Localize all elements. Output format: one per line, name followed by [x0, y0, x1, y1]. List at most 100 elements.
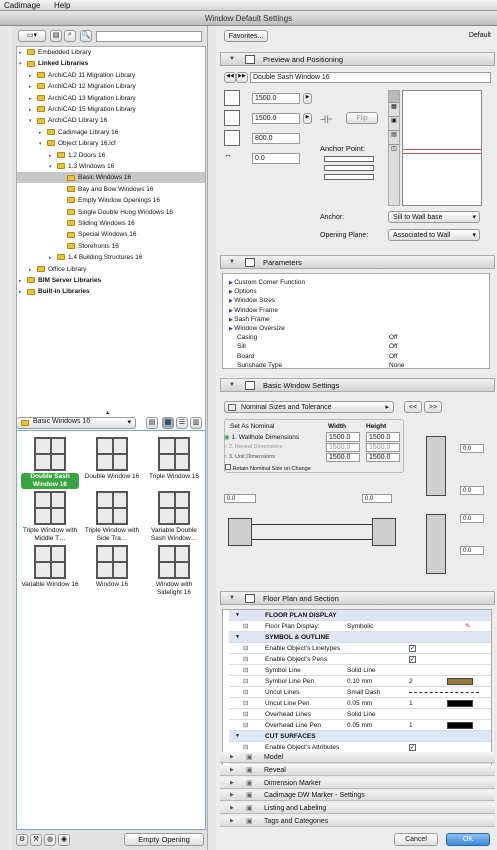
object-thumbnail[interactable]: Window with Sidelight 16	[145, 545, 203, 597]
disclosure-icon[interactable]: ▸	[29, 105, 37, 116]
find-icon[interactable]: ⌕	[64, 30, 76, 42]
cancel-button[interactable]: Cancel	[394, 833, 438, 846]
tree-item[interactable]: Bay and Bow Windows 16	[17, 184, 205, 195]
tree-item[interactable]: ▸ 1.4 Building Structures 16	[17, 252, 205, 263]
collapse-icon[interactable]: ▼	[235, 610, 240, 621]
tree-item[interactable]: Special Windows 16	[17, 229, 205, 240]
view-mode-list-icon[interactable]: ◫	[389, 145, 399, 159]
height-3-field[interactable]: 1500.0	[366, 453, 400, 462]
option-unit[interactable]: ○ 3. Unit Dimensions	[224, 454, 275, 460]
next-object-button[interactable]: ▶▶	[236, 72, 248, 83]
parameter-row[interactable]: ▶ Sash Frame	[229, 315, 493, 324]
object-thumbnail[interactable]: Double Sash Window 16	[21, 437, 79, 489]
tree-item[interactable]: ▾ ArchiCAD Library 16	[17, 115, 205, 127]
view-mode-3d-icon[interactable]: ▦	[389, 103, 399, 117]
floor-plan-row[interactable]: ⊟ Symbol Line Solid Line	[229, 665, 491, 676]
flip-button[interactable]: Flip	[346, 112, 378, 124]
disclosure-icon[interactable]: ▸	[29, 82, 37, 93]
retain-nominal-checkbox[interactable]: Retain Nominal Size on Change	[225, 464, 311, 472]
floor-plan-row[interactable]: ⊟ Enable Object's Linetypes ✓	[229, 643, 491, 654]
checkbox-icon[interactable]: ✓	[409, 744, 416, 751]
parameter-row[interactable]: Board Off	[229, 352, 493, 361]
search-icon[interactable]: 🔍	[80, 30, 92, 42]
new-folder-icon[interactable]: ▤	[146, 417, 158, 429]
tree-item[interactable]: ▸ ArchiCAD 15 Migration Library	[17, 104, 205, 116]
width-2-field[interactable]: 1500.0	[326, 443, 360, 452]
floor-plan-row[interactable]: ⊟ Symbol Line Pen 0.10 mm 2	[229, 676, 491, 687]
detail-view-icon[interactable]: ▥	[190, 417, 202, 429]
disclosure-icon[interactable]: ▸	[19, 276, 27, 287]
disclosure-icon[interactable]: ▸	[29, 265, 37, 276]
parameter-row[interactable]: ▶ Custom Corner Function	[229, 278, 493, 287]
view-mode-section-icon[interactable]: ▣	[389, 117, 399, 131]
collapsed-section[interactable]: ▶ ▣ Model	[220, 752, 495, 763]
grid-view-icon[interactable]: ▦	[162, 417, 174, 429]
floor-plan-row[interactable]: ⊟ Floor Plan Display: Symbolic ✎	[229, 621, 491, 632]
disclosure-icon[interactable]: ▸	[39, 128, 47, 139]
menu-app[interactable]: Cadimage	[4, 1, 40, 10]
nominal-select[interactable]: Nominal Sizes and Tolerance ▸	[224, 401, 394, 413]
tree-item[interactable]: ▸ Office Library	[17, 264, 205, 276]
anchor-select[interactable]: Sill to Wall base ▾	[388, 211, 480, 223]
library-manager-icon[interactable]: ⚙	[16, 834, 28, 846]
disclosure-icon[interactable]: ▸	[29, 94, 37, 105]
width-1-field[interactable]: 1500.0	[326, 432, 360, 442]
tree-item[interactable]: ▸ 1.2 Doors 16	[17, 150, 205, 161]
width-3-field[interactable]: 1500.0	[326, 453, 360, 462]
tree-item[interactable]: ▸ ArchiCAD 13 Migration Library	[17, 93, 205, 105]
list-view-icon[interactable]: ☰	[176, 417, 188, 429]
tree-item[interactable]: Storefronts 16	[17, 241, 205, 252]
opening-plane-select[interactable]: Associated to Wall ▾	[388, 229, 480, 241]
parameter-row[interactable]: Casing Off	[229, 333, 493, 342]
collapse-icon[interactable]: ▼	[235, 731, 240, 742]
tree-item[interactable]: ▸ ArchiCAD 12 Migration Library	[17, 81, 205, 93]
view-mode-elev-icon[interactable]: ▤	[389, 131, 399, 145]
dim-field-low[interactable]: 0.0	[460, 514, 484, 523]
anchor-point-grid[interactable]	[324, 156, 374, 180]
parameter-row[interactable]: ▶ Window Frame	[229, 306, 493, 315]
view-toggle-button[interactable]: ▭▾	[18, 30, 46, 42]
checkbox-icon[interactable]: ✓	[409, 645, 416, 652]
collapsed-section[interactable]: ▶ ▣ Reveal	[220, 764, 495, 776]
collapsed-section[interactable]: ▶ ▣ Dimension Marker	[220, 777, 495, 789]
pencil-icon[interactable]: ✎	[465, 621, 470, 632]
floor-plan-row[interactable]: ⊟ Overhead Lines Solid Line	[229, 709, 491, 720]
checkbox-icon[interactable]: ✓	[409, 656, 416, 663]
disclosure-icon[interactable]: ▸	[19, 287, 27, 298]
object-thumbnail[interactable]: Window 16	[83, 545, 141, 589]
dim-field-right[interactable]: 0.0	[362, 494, 392, 503]
floor-plan-row[interactable]: ⊟ Uncut Lines Small Dash	[229, 687, 491, 698]
pen-color-swatch[interactable]	[447, 700, 473, 707]
collapse-icon[interactable]: ▼	[235, 632, 240, 643]
tree-item[interactable]: ▸ BIM Server Libraries	[17, 275, 205, 287]
disclosure-icon[interactable]: ▾	[39, 139, 47, 150]
dim-field-bottom[interactable]: 0.0	[460, 546, 484, 555]
favorites-button[interactable]: Favorites...	[224, 30, 268, 42]
disclosure-icon[interactable]: ▸	[19, 48, 27, 59]
option-wallhole[interactable]: ◉ 1. Wallhole Dimensions	[224, 433, 299, 441]
object-name-field[interactable]: Double Sash Window 16	[250, 72, 491, 83]
collapsed-section[interactable]: ▶ ▣ Listing and Labeling	[220, 803, 495, 815]
disclosure-icon[interactable]: ▾	[29, 116, 37, 127]
search-input[interactable]	[96, 31, 202, 42]
folder-icon[interactable]: ▤	[50, 30, 62, 42]
height-field[interactable]: 1500.0	[252, 113, 300, 124]
globe-icon[interactable]: ◍	[44, 834, 56, 846]
tree-item[interactable]: Basic Windows 16	[17, 172, 205, 184]
pen-color-swatch[interactable]	[447, 678, 473, 685]
height-arrow-icon[interactable]: ▶	[303, 113, 312, 124]
tree-item[interactable]: Empty Window Openings 16	[17, 195, 205, 206]
object-thumbnail[interactable]: Double Window 16	[83, 437, 141, 481]
next-page-button[interactable]: >>	[424, 401, 442, 413]
object-thumbnail[interactable]: Variable Double Sash Window…	[145, 491, 203, 543]
collapsed-section[interactable]: ▶ ▣ Cadimage DW Marker - Settings	[220, 790, 495, 802]
width-field[interactable]: 1500.0	[252, 93, 300, 104]
ok-button[interactable]: OK	[446, 833, 490, 846]
floor-plan-row[interactable]: ⊟ Enable Object's Pens ✓	[229, 654, 491, 665]
sill-field[interactable]: 800.0	[252, 133, 300, 144]
dim-field-top[interactable]: 0.0	[460, 444, 484, 453]
width-arrow-icon[interactable]: ▶	[303, 93, 312, 104]
menu-help[interactable]: Help	[54, 1, 70, 10]
view-mode-plan-icon[interactable]	[389, 91, 399, 103]
tree-item[interactable]: ▸ Embedded Library	[17, 47, 205, 59]
